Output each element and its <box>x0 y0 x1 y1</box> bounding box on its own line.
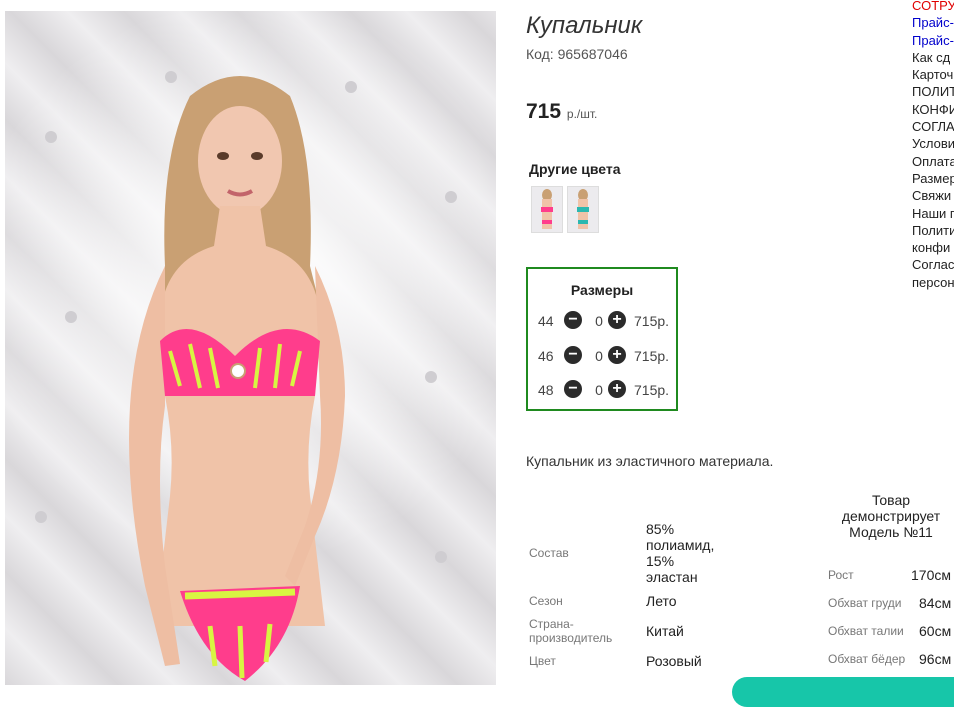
model-param-value: 84см <box>919 595 952 611</box>
menu-link[interactable]: Размер <box>912 170 954 187</box>
spec-value-country: Китай <box>646 623 684 639</box>
menu-link[interactable]: Свяжи <box>912 187 954 204</box>
menu-link[interactable]: Как сд <box>912 49 954 66</box>
spec-value-composition: 85% полиамид, 15% эластан <box>646 521 715 585</box>
increase-quantity-button[interactable]: + <box>608 380 626 398</box>
menu-link[interactable]: Наши п <box>912 205 954 222</box>
sizes-panel: Размеры 44 − 0 + 715р. 46 − 0 + 715р. 48… <box>526 267 678 411</box>
menu-link[interactable]: Карточ <box>912 66 954 83</box>
model-param-label: Обхват бёдер <box>828 652 906 666</box>
menu-link[interactable]: КОНФИ <box>912 101 954 118</box>
size-label: 48 <box>538 382 554 398</box>
menu-link[interactable]: ПОЛИТ <box>912 83 954 100</box>
spec-value-color: Розовый <box>646 653 702 669</box>
product-photo[interactable] <box>5 11 496 685</box>
increase-quantity-button[interactable]: + <box>608 346 626 364</box>
upholstery-button <box>45 131 57 143</box>
model-heading: Товар демонстрирует Модель №11 <box>841 492 941 540</box>
model-param-value: 60см <box>919 623 952 639</box>
decrease-quantity-button[interactable]: − <box>564 311 582 329</box>
spec-value-season: Лето <box>646 593 677 609</box>
product-price: 715 р./шт. <box>526 100 597 124</box>
menu-link[interactable]: персон <box>912 274 954 291</box>
menu-link[interactable]: СОТРУ <box>912 0 954 14</box>
product-code: Код: 965687046 <box>526 46 628 62</box>
size-label: 44 <box>538 313 554 329</box>
menu-link[interactable]: Оплата <box>912 153 954 170</box>
product-description: Купальник из эластичного материала. <box>526 453 774 469</box>
increase-quantity-button[interactable]: + <box>608 311 626 329</box>
spec-label-composition: Состав <box>529 546 569 560</box>
sizes-heading: Размеры <box>570 282 634 298</box>
right-info-menu: СОТРУ Прайс- Прайс- Как сд Карточ ПОЛИТ … <box>912 0 954 291</box>
spec-label-color: Цвет <box>529 654 556 668</box>
quantity-value: 0 <box>595 348 603 364</box>
size-price: 715р. <box>634 348 670 364</box>
size-price: 715р. <box>634 313 670 329</box>
other-colors-heading: Другие цвета <box>529 161 621 177</box>
model-param-label: Рост <box>828 568 854 582</box>
quantity-value: 0 <box>595 382 603 398</box>
color-swatch-pink[interactable] <box>531 186 563 233</box>
spec-label-country: Страна-производитель <box>529 617 613 645</box>
upholstery-button <box>35 511 47 523</box>
menu-link[interactable]: Прайс- <box>912 32 954 49</box>
product-title: Купальник <box>526 12 643 39</box>
upholstery-button <box>445 191 457 203</box>
price-unit: р./шт. <box>566 107 598 121</box>
chat-widget-button[interactable] <box>732 677 954 707</box>
price-value: 715 <box>526 100 562 123</box>
decrease-quantity-button[interactable]: − <box>564 346 582 364</box>
upholstery-button <box>425 371 437 383</box>
upholstery-button <box>435 551 447 563</box>
swatch-pink-thumbnail-icon <box>541 189 553 229</box>
menu-link[interactable]: Услови <box>912 135 954 152</box>
spec-label-season: Сезон <box>529 594 563 608</box>
model-param-value: 96см <box>919 651 952 667</box>
menu-link[interactable]: Соглас <box>912 256 954 273</box>
menu-link[interactable]: Полити <box>912 222 954 239</box>
model-figure <box>129 76 345 681</box>
model-param-label: Обхват груди <box>828 596 902 610</box>
model-param-value: 170см <box>911 567 951 583</box>
color-swatch-turquoise[interactable] <box>567 186 599 233</box>
upholstery-button <box>65 311 77 323</box>
quantity-value: 0 <box>595 313 603 329</box>
menu-link[interactable]: СОГЛА <box>912 118 954 135</box>
swatch-turquoise-thumbnail-icon <box>577 189 589 229</box>
decrease-quantity-button[interactable]: − <box>564 380 582 398</box>
menu-link[interactable]: Прайс- <box>912 14 954 31</box>
size-price: 715р. <box>634 382 670 398</box>
model-param-label: Обхват талии <box>828 624 904 638</box>
menu-link[interactable]: конфи <box>912 239 954 256</box>
size-label: 46 <box>538 348 554 364</box>
